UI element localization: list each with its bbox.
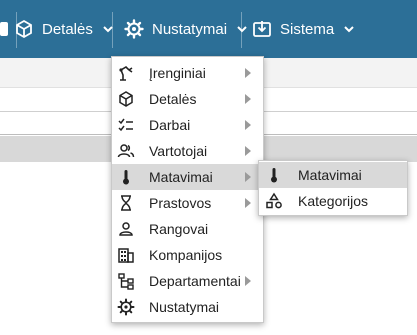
menu-item-jobs[interactable]: Darbai (112, 112, 263, 138)
menu-item-users[interactable]: Vartotojai (112, 138, 263, 164)
menu-item-contractors[interactable]: Rangovai (112, 216, 263, 242)
nav-settings-menu[interactable]: Nustatymai (124, 0, 247, 58)
submenu-arrow-icon (245, 198, 251, 208)
menu-item-label: Darbai (149, 117, 191, 133)
menu-item-devices[interactable]: Įrenginiai (112, 60, 263, 86)
thermometer-icon (264, 165, 284, 185)
layers-icon (0, 22, 8, 36)
menu-item-details[interactable]: Detalės (112, 86, 263, 112)
menu-item-label: Prastovos (149, 195, 212, 211)
menu-item-measurements[interactable]: Matavimai (112, 164, 263, 190)
nav-partial-icon[interactable] (0, 0, 12, 58)
thermometer-icon (116, 167, 136, 187)
chevron-down-icon (237, 26, 247, 33)
menu-item-label: Detalės (149, 91, 197, 107)
cube-icon (16, 19, 32, 39)
gear-icon (116, 297, 136, 317)
submenu-item-label: Kategorijos (298, 193, 369, 209)
checklist-icon (116, 115, 136, 135)
menu-item-label: Rangovai (149, 221, 209, 237)
menu-item-label: Matavimai (149, 169, 213, 185)
menu-item-downtimes[interactable]: Prastovos (112, 190, 263, 216)
menu-item-label: Kompanijos (149, 247, 223, 263)
top-navigation-bar: Detalės Nustatymai Sistema (0, 0, 417, 58)
submenu-arrow-icon (245, 172, 251, 182)
nav-details-menu[interactable]: Detalės (14, 0, 113, 58)
chevron-down-icon (344, 26, 354, 33)
cube-icon (116, 89, 136, 109)
submenu-item-categories[interactable]: Kategorijos (259, 188, 407, 214)
menu-item-label: Vartotojai (149, 143, 208, 159)
settings-dropdown-menu: Įrenginiai Detalės Darbai Vartotojai Mat… (111, 56, 264, 323)
submenu-arrow-icon (245, 276, 251, 286)
submenu-arrow-icon (245, 94, 251, 104)
nav-divider (241, 12, 242, 48)
submenu-item-label: Matavimai (298, 167, 362, 183)
nav-settings-label: Nustatymai (152, 20, 228, 38)
menu-item-label: Įrenginiai (149, 65, 206, 81)
measurements-submenu: Matavimai Kategorijos (258, 160, 408, 216)
submenu-arrow-icon (245, 146, 251, 156)
robot-arm-icon (116, 63, 136, 83)
menu-item-label: Departamentai (149, 273, 241, 289)
org-chart-icon (116, 271, 136, 291)
building-icon (116, 245, 136, 265)
menu-item-settings[interactable]: Nustatymai (112, 294, 263, 320)
submenu-arrow-icon (245, 120, 251, 130)
hourglass-icon (116, 193, 136, 213)
nav-details-label: Detalės (42, 20, 93, 38)
shapes-icon (264, 191, 284, 211)
submenu-arrow-icon (245, 68, 251, 78)
gear-icon (124, 19, 144, 39)
menu-item-companies[interactable]: Kompanijos (112, 242, 263, 268)
menu-item-label: Nustatymai (149, 299, 220, 315)
download-box-icon (253, 21, 271, 37)
person-icon (116, 219, 136, 239)
nav-divider (112, 12, 113, 48)
nav-system-menu[interactable]: Sistema (252, 0, 354, 58)
menu-item-departments[interactable]: Departamentai (112, 268, 263, 294)
submenu-item-measurements[interactable]: Matavimai (259, 162, 407, 188)
nav-system-label: Sistema (280, 20, 335, 38)
users-icon (116, 141, 136, 161)
